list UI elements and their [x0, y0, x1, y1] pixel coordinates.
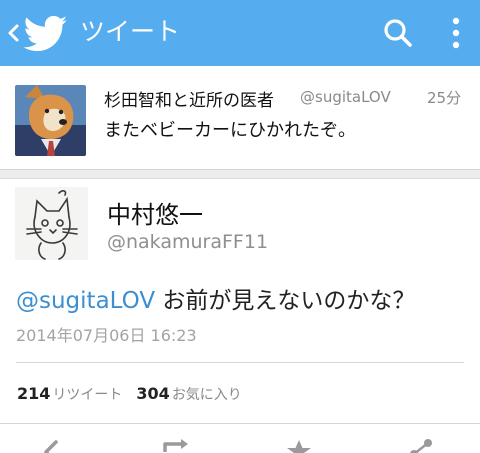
tweet-body-text: お前が見えないのかな？: [155, 288, 416, 314]
author-name: 杉田智和と近所の医者: [104, 91, 274, 111]
search-icon[interactable]: [383, 18, 413, 48]
tweet-timestamp: 2014年07月06日 16:23: [16, 326, 197, 345]
avatar[interactable]: [15, 187, 88, 260]
tweet-text: またベビーカーにひかれたぞ。: [104, 120, 356, 141]
retweet-count[interactable]: 214: [17, 384, 50, 403]
sketch-cat-avatar-image: [15, 187, 88, 260]
avatar[interactable]: [15, 85, 86, 156]
retweet-label[interactable]: リツイート: [52, 387, 122, 403]
author-handle[interactable]: @nakamuraFF11: [107, 231, 268, 253]
divider: [16, 362, 464, 363]
page-title: ツイート: [80, 17, 181, 46]
star-icon[interactable]: [284, 438, 314, 453]
tweet-action-bar: [0, 424, 480, 453]
mention-link[interactable]: @sugitaLOV: [16, 288, 155, 314]
author-handle: @sugitaLOV: [300, 88, 391, 106]
tweet-time: 25分: [427, 89, 462, 107]
author-name[interactable]: 中村悠一: [107, 195, 203, 230]
shiba-dog-avatar-image: [15, 85, 86, 156]
reply-icon[interactable]: [42, 438, 72, 453]
share-icon[interactable]: [406, 438, 436, 453]
section-separator: [0, 170, 480, 179]
tweet-stats: 214 リツイート 304 お気に入り: [17, 384, 256, 404]
reply-context-tweet[interactable]: 杉田智和と近所の医者 @sugitaLOV 25分 またベビーカーにひかれたぞ。: [0, 66, 480, 170]
twitter-bird-icon[interactable]: [23, 15, 69, 51]
favorite-label[interactable]: お気に入り: [172, 387, 242, 403]
tweet-text: @sugitaLOV お前が見えないのかな？: [16, 281, 415, 315]
more-vertical-icon[interactable]: [449, 16, 463, 50]
retweet-icon[interactable]: [161, 438, 191, 453]
favorite-count[interactable]: 304: [136, 384, 169, 403]
top-app-bar: ツイート: [0, 0, 480, 66]
chevron-left-icon[interactable]: [5, 22, 21, 44]
